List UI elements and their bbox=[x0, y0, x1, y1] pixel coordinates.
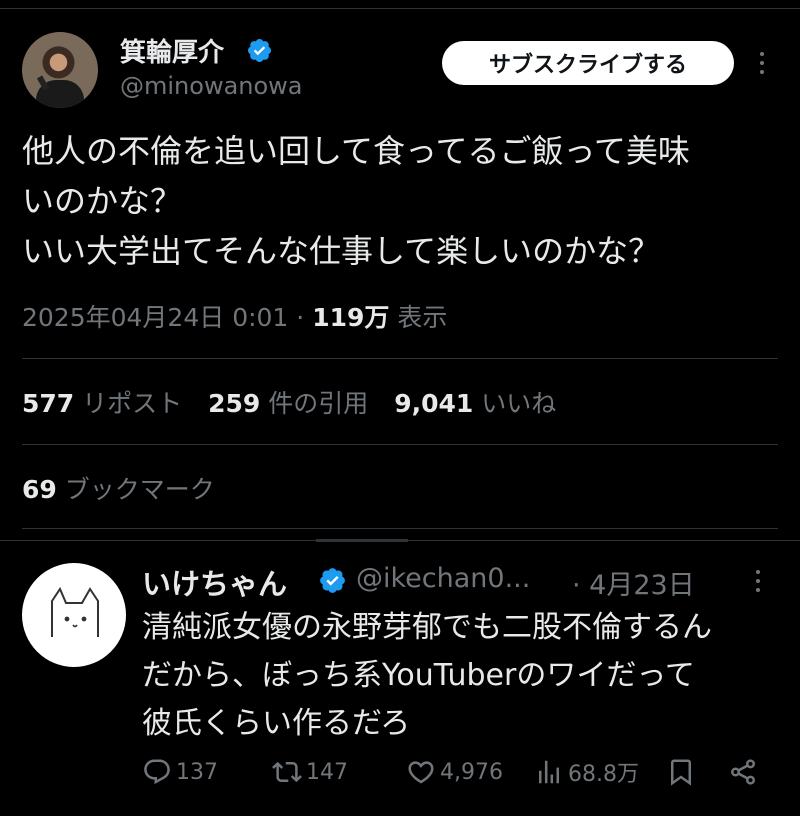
reply-text-line: 彼氏くらい作るだろ bbox=[142, 706, 411, 741]
bookmark-icon bbox=[671, 759, 691, 786]
views-count: 119万 bbox=[312, 303, 390, 332]
verified-badge-icon[interactable] bbox=[318, 566, 347, 595]
share-icon bbox=[731, 759, 755, 785]
top-divider bbox=[0, 8, 800, 9]
reply-icon bbox=[144, 759, 170, 785]
bookmarks-stat[interactable]: 69 ブックマーク bbox=[22, 470, 215, 506]
tweet-text-line: いい大学出てそんな仕事して楽しいのかな？ bbox=[22, 232, 661, 270]
like-icon bbox=[408, 761, 434, 784]
reply-button[interactable]: 137 bbox=[142, 750, 218, 794]
tweet-timestamp[interactable]: 2025年04月24日 0:01 bbox=[22, 303, 288, 332]
like-button[interactable]: 4,976 bbox=[406, 750, 503, 794]
divider bbox=[22, 358, 778, 359]
reply-author-handle[interactable]: @ikechan0... bbox=[356, 563, 530, 594]
reply-count: 137 bbox=[176, 759, 218, 785]
like-count: 4,976 bbox=[440, 759, 503, 785]
divider bbox=[22, 444, 778, 445]
tweet-text-line: いのかな？ bbox=[22, 182, 183, 220]
reply-text: 清純派女優の永野芽郁でも二股不倫するん だから、ぼっち系YouTuberのワイだ… bbox=[142, 604, 792, 748]
separator-mark bbox=[316, 539, 408, 542]
repost-icon bbox=[272, 761, 302, 783]
tweet-text: 他人の不倫を追い回して食ってるご飯って美味 いのかな？ いい大学出てそんな仕事し… bbox=[22, 126, 782, 276]
reposts-stat[interactable]: 577 リポスト bbox=[22, 389, 182, 418]
author-handle[interactable]: @minowanowa bbox=[120, 72, 303, 100]
reply-avatar[interactable] bbox=[22, 563, 126, 667]
reply-actions: 137 147 4,976 68.8万 bbox=[142, 750, 782, 794]
views-icon bbox=[539, 760, 559, 784]
tweet-stats: 577 リポスト 259 件の引用 9,041 いいね bbox=[22, 384, 574, 420]
reply-text-line: だから、ぼっち系YouTuberのワイだって bbox=[142, 658, 695, 693]
meta-separator: · bbox=[296, 303, 305, 332]
reply-date[interactable]: · 4月23日 bbox=[572, 563, 695, 602]
divider bbox=[22, 528, 778, 529]
share-button[interactable] bbox=[728, 750, 758, 794]
tweet-text-line: 他人の不倫を追い回して食ってるご飯って美味 bbox=[22, 132, 690, 170]
repost-button[interactable]: 147 bbox=[272, 750, 348, 794]
quotes-stat[interactable]: 259 件の引用 bbox=[208, 389, 368, 418]
cat-avatar-icon bbox=[51, 586, 99, 637]
author-avatar[interactable] bbox=[22, 32, 98, 108]
author-name[interactable]: 箕輪厚介 bbox=[120, 32, 224, 69]
bookmark-button[interactable] bbox=[666, 750, 696, 794]
more-icon[interactable] bbox=[748, 566, 768, 596]
views-count-reply: 68.8万 bbox=[568, 762, 639, 787]
reply-text-line: 清純派女優の永野芽郁でも二股不倫するん bbox=[142, 610, 712, 645]
more-icon[interactable] bbox=[752, 48, 772, 78]
tweet-meta: 2025年04月24日 0:01 · 119万 表示 bbox=[22, 298, 447, 334]
reply-author-name[interactable]: いけちゃん bbox=[142, 561, 287, 603]
verified-badge-icon[interactable] bbox=[246, 37, 273, 64]
views-label: 表示 bbox=[397, 303, 448, 332]
subscribe-button[interactable]: サブスクライブする bbox=[442, 41, 734, 85]
likes-stat[interactable]: 9,041 いいね bbox=[394, 389, 556, 418]
repost-count: 147 bbox=[306, 759, 348, 785]
views-button[interactable]: 68.8万 bbox=[534, 750, 639, 794]
